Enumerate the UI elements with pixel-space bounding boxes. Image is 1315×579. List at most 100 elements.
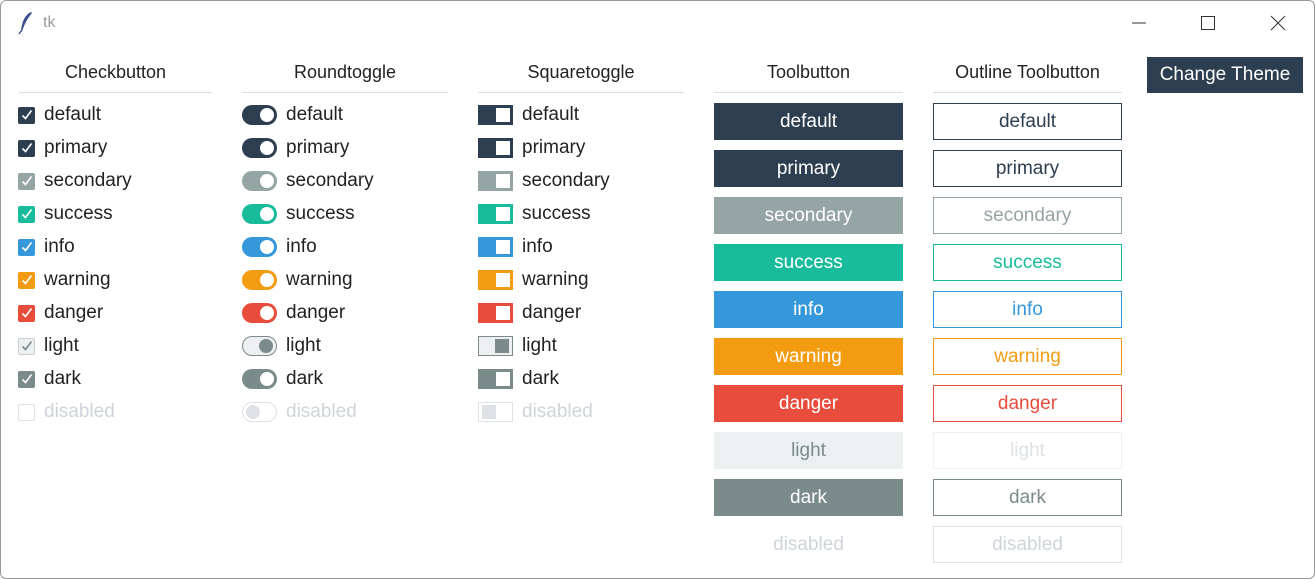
- toolbutton-dark[interactable]: dark: [714, 479, 903, 516]
- checkbox-box: [18, 370, 35, 388]
- roundtoggle-info[interactable]: info: [242, 233, 317, 261]
- check-icon: [21, 110, 32, 120]
- squaretoggle-label: warning: [522, 269, 589, 290]
- toggle-square: [496, 108, 510, 122]
- square-toggle-switch: [478, 402, 513, 422]
- close-button[interactable]: [1255, 7, 1301, 39]
- checkbox-box: [18, 304, 35, 322]
- roundtoggle-label: danger: [286, 302, 346, 323]
- checkbox-box: [18, 271, 35, 289]
- squaretoggle-success[interactable]: success: [478, 200, 591, 228]
- check-icon: [21, 374, 32, 384]
- roundtoggle-success[interactable]: success: [242, 200, 355, 228]
- squaretoggle-secondary[interactable]: secondary: [478, 167, 610, 195]
- checkbutton-danger[interactable]: danger: [18, 299, 103, 327]
- squaretoggle-danger[interactable]: danger: [478, 299, 581, 327]
- roundtoggle-dark[interactable]: dark: [242, 365, 323, 393]
- toolbutton-danger[interactable]: danger: [714, 385, 903, 422]
- outline-toolbutton-dark[interactable]: dark: [933, 479, 1122, 516]
- outline-toolbutton-header: Outline Toolbutton: [933, 61, 1122, 93]
- round-toggle-switch: [242, 402, 277, 422]
- feather-icon: [18, 12, 32, 35]
- roundtoggle-label: secondary: [286, 170, 374, 191]
- toggle-knob: [260, 240, 274, 254]
- squaretoggle-dark[interactable]: dark: [478, 365, 559, 393]
- toolbutton-warning[interactable]: warning: [714, 338, 903, 375]
- outline-toolbutton-secondary[interactable]: secondary: [933, 197, 1122, 234]
- minimize-button[interactable]: [1116, 7, 1162, 39]
- round-toggle-switch: [242, 303, 277, 323]
- toolbutton-success[interactable]: success: [714, 244, 903, 281]
- squaretoggle-info[interactable]: info: [478, 233, 553, 261]
- roundtoggle-label: info: [286, 236, 317, 257]
- square-toggle-switch: [478, 171, 513, 191]
- check-icon: [21, 209, 32, 219]
- checkbox-box: [18, 337, 35, 355]
- roundtoggle-default[interactable]: default: [242, 101, 343, 129]
- squaretoggle-label: success: [522, 203, 591, 224]
- checkbutton-label: success: [44, 203, 113, 224]
- toolbutton-disabled: disabled: [714, 526, 903, 563]
- round-toggle-switch: [242, 336, 277, 356]
- round-toggle-switch: [242, 105, 277, 125]
- square-toggle-switch: [478, 303, 513, 323]
- minimize-icon: [1132, 22, 1146, 24]
- squaretoggle-light[interactable]: light: [478, 332, 557, 360]
- toggle-knob: [246, 405, 260, 419]
- square-toggle-switch: [478, 270, 513, 290]
- outline-toolbutton-danger[interactable]: danger: [933, 385, 1122, 422]
- roundtoggle-danger[interactable]: danger: [242, 299, 345, 327]
- toggle-knob: [260, 141, 274, 155]
- toggle-square: [496, 306, 510, 320]
- toolbutton-default[interactable]: default: [714, 103, 903, 140]
- outline-toolbutton-warning[interactable]: warning: [933, 338, 1122, 375]
- round-toggle-switch: [242, 171, 277, 191]
- checkbox-box: [18, 172, 35, 190]
- squaretoggle-label: secondary: [522, 170, 610, 191]
- squaretoggle-label: dark: [522, 368, 559, 389]
- outline-toolbutton-default[interactable]: default: [933, 103, 1122, 140]
- outline-toolbutton-info[interactable]: info: [933, 291, 1122, 328]
- checkbutton-success[interactable]: success: [18, 200, 113, 228]
- roundtoggle-warning[interactable]: warning: [242, 266, 353, 294]
- squaretoggle-label: danger: [522, 302, 582, 323]
- checkbutton-warning[interactable]: warning: [18, 266, 111, 294]
- roundtoggle-label: warning: [286, 269, 353, 290]
- squaretoggle-primary[interactable]: primary: [478, 134, 585, 162]
- squaretoggle-label: light: [522, 335, 557, 356]
- window-title: tk: [43, 14, 56, 31]
- change-theme-button[interactable]: Change Theme: [1147, 57, 1303, 93]
- toolbutton-info[interactable]: info: [714, 291, 903, 328]
- toggle-square: [496, 240, 510, 254]
- checkbutton-header: Checkbutton: [19, 61, 212, 93]
- checkbutton-label: secondary: [44, 170, 132, 191]
- toolbutton-primary[interactable]: primary: [714, 150, 903, 187]
- outline-toolbutton-success[interactable]: success: [933, 244, 1122, 281]
- roundtoggle-label: dark: [286, 368, 323, 389]
- squaretoggle-warning[interactable]: warning: [478, 266, 589, 294]
- roundtoggle-secondary[interactable]: secondary: [242, 167, 374, 195]
- toggle-knob: [260, 372, 274, 386]
- outline-toolbutton-primary[interactable]: primary: [933, 150, 1122, 187]
- squaretoggle-default[interactable]: default: [478, 101, 579, 129]
- roundtoggle-primary[interactable]: primary: [242, 134, 349, 162]
- toggle-square: [482, 405, 496, 419]
- roundtoggle-light[interactable]: light: [242, 332, 321, 360]
- outline-toolbutton-light[interactable]: light: [933, 432, 1122, 469]
- toolbutton-secondary[interactable]: secondary: [714, 197, 903, 234]
- checkbutton-primary[interactable]: primary: [18, 134, 107, 162]
- checkbutton-light[interactable]: light: [18, 332, 79, 360]
- app-window: tk Checkbutton Roundtoggle Squaretoggle …: [0, 0, 1315, 579]
- checkbutton-label: primary: [44, 137, 108, 158]
- maximize-button[interactable]: [1185, 7, 1231, 39]
- squaretoggle-header: Squaretoggle: [478, 61, 684, 93]
- checkbutton-default[interactable]: default: [18, 101, 101, 129]
- square-toggle-switch: [478, 237, 513, 257]
- round-toggle-switch: [242, 138, 277, 158]
- checkbutton-secondary[interactable]: secondary: [18, 167, 132, 195]
- checkbutton-info[interactable]: info: [18, 233, 75, 261]
- roundtoggle-disabled: disabled: [242, 398, 357, 426]
- squaretoggle-label: disabled: [522, 401, 593, 422]
- checkbutton-dark[interactable]: dark: [18, 365, 81, 393]
- toolbutton-light[interactable]: light: [714, 432, 903, 469]
